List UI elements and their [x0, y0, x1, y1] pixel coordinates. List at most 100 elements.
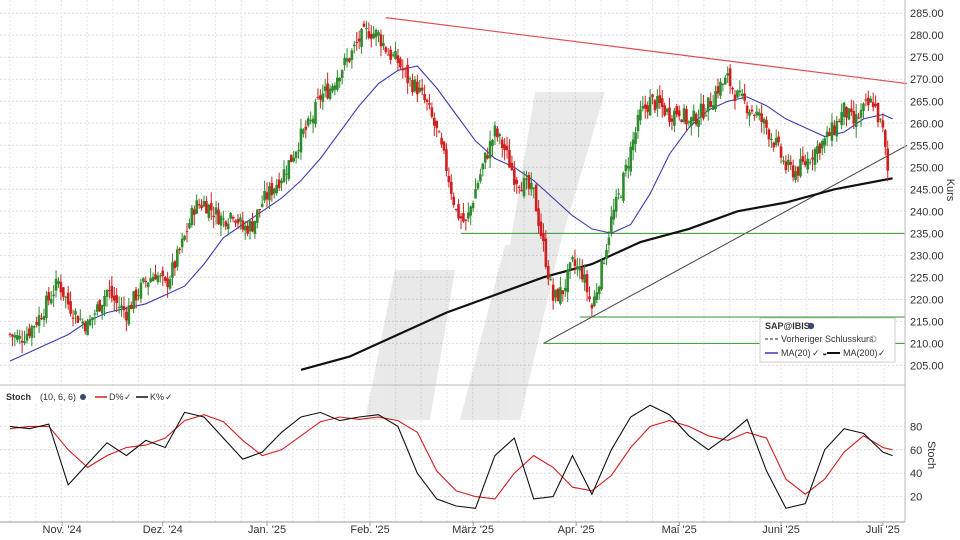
candle-body [483, 152, 487, 163]
candle-body [401, 68, 405, 71]
candle-body [418, 87, 422, 92]
candle-body [117, 307, 121, 309]
candle-body [634, 132, 637, 144]
candle-body [214, 207, 218, 215]
stoch-gridlines [0, 425, 905, 498]
candle-body [682, 108, 686, 122]
candle-body [91, 317, 94, 321]
candle-body [767, 129, 771, 140]
candle-body [30, 326, 34, 338]
candle-body [721, 83, 725, 85]
candle-body [573, 259, 577, 267]
candle-body [479, 174, 482, 182]
stock-chart: 205.00 210.00 215.00 220.00 225.00 230.00 235.… [0, 0, 956, 536]
candle-body [651, 94, 654, 98]
candle-body [728, 68, 732, 87]
legend-ma200-check-icon[interactable]: ✓ [878, 348, 886, 358]
candle-body [149, 278, 152, 282]
candle-body [144, 280, 148, 283]
candle-body [690, 117, 693, 126]
candle-body [219, 215, 223, 226]
candle-body [20, 340, 24, 343]
candle-body [794, 171, 797, 180]
price-tick-label: 215.00 [910, 316, 944, 328]
candle-body [801, 156, 805, 162]
candle-body [256, 209, 259, 223]
candle-body [440, 137, 443, 145]
candle-body [835, 120, 839, 137]
candle-body [306, 118, 310, 126]
candle-body [806, 158, 810, 170]
candle-body [132, 291, 135, 309]
candle-body [673, 110, 676, 126]
candle-body [500, 139, 504, 148]
legend-ma20-check-icon[interactable]: ✓ ◒ [812, 348, 827, 358]
stoch-legend[interactable]: Stoch (10, 6, 6) D% ✓ K% ✓ [0, 389, 178, 403]
stoch-settings-icon[interactable] [80, 394, 86, 400]
candle-body [449, 181, 453, 194]
candle-body [685, 109, 688, 125]
candle-body [510, 162, 514, 171]
candle-body [328, 88, 332, 99]
candle-body [486, 155, 489, 159]
candle-body [430, 107, 434, 117]
candle-body [374, 30, 378, 38]
price-axis-title: Kurs [944, 179, 956, 202]
candle-body [811, 157, 814, 160]
candle-body [229, 213, 232, 219]
candle-body [576, 266, 579, 270]
legend-symbol-icon[interactable] [807, 322, 815, 330]
candle-body [25, 333, 29, 341]
stoch-params: (10, 6, 6) [40, 392, 76, 402]
candle-body [466, 212, 470, 219]
candle-body [675, 106, 679, 115]
candle-body [425, 99, 429, 103]
candle-body [217, 209, 220, 225]
time-tick-label: Mai '25 [662, 524, 697, 536]
candle-body [539, 221, 543, 236]
candle-body [105, 290, 109, 297]
candle-body [248, 220, 252, 232]
candle-body [323, 86, 327, 91]
candle-body [384, 47, 388, 53]
candle-body [462, 213, 465, 222]
candle-body [129, 305, 133, 310]
legend-box[interactable]: SAP@IBIS Vorheriger Schlusskurs MA(20) ✓… [759, 317, 896, 363]
candle-body [95, 304, 99, 312]
candle-body [879, 118, 882, 120]
candle [600, 259, 603, 292]
candle-body [79, 318, 82, 320]
candle-body [663, 105, 666, 116]
candle-body [503, 144, 506, 151]
candle-body [554, 290, 557, 298]
candle-body [491, 139, 494, 146]
candle-body [333, 85, 337, 90]
candle-body [251, 221, 254, 232]
candle-body [59, 281, 63, 293]
candle-body [163, 277, 167, 281]
candle-body [151, 276, 155, 282]
candle-body [205, 201, 208, 214]
price-tick-label: 220.00 [910, 294, 944, 306]
candle-body [774, 138, 778, 146]
candle-body [15, 335, 19, 340]
candle-body [791, 165, 795, 178]
candle-body [876, 102, 880, 123]
candle-body [629, 146, 633, 172]
candle-body [166, 278, 169, 288]
candle-body [180, 238, 184, 248]
price-tick-label: 250.00 [910, 162, 944, 174]
candle-body [702, 103, 705, 119]
candle-body [270, 182, 274, 196]
candle-body [103, 296, 106, 307]
legend-ma200-label: MA(200) [843, 348, 878, 358]
candle-body [372, 33, 375, 39]
candle-body [69, 301, 72, 314]
stoch-d-check-icon[interactable]: ✓ [124, 392, 132, 402]
candle-body [636, 115, 640, 132]
stoch-k-check-icon[interactable]: ✓ [165, 392, 173, 402]
candle-body [731, 87, 734, 90]
candle-body [83, 323, 87, 332]
candle-body [743, 93, 746, 101]
candle-body [45, 295, 48, 319]
